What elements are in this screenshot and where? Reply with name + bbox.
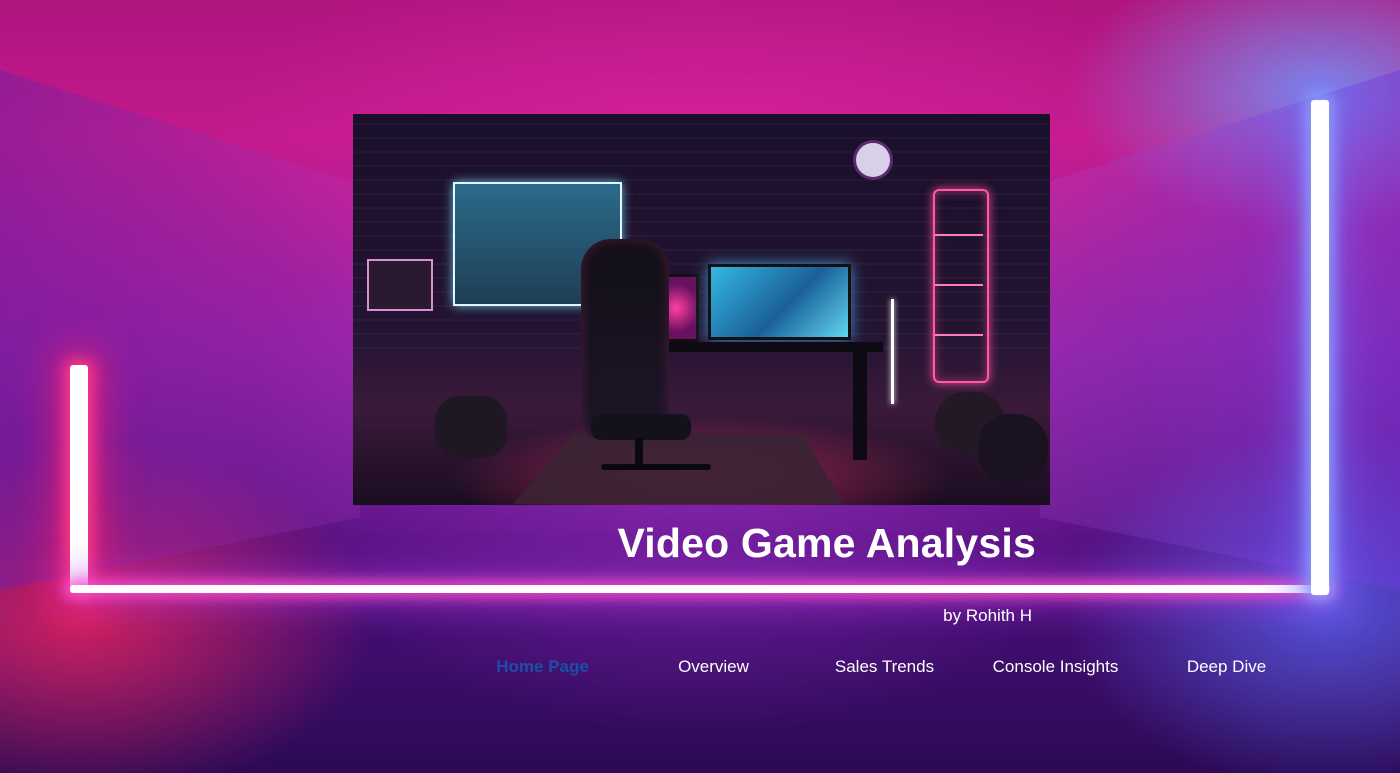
nav-overview[interactable]: Overview <box>628 657 799 677</box>
wall-frame <box>367 259 433 311</box>
gaming-room-image <box>353 114 1050 505</box>
neon-shelf <box>933 189 989 383</box>
author-byline: by Rohith H <box>943 606 1032 625</box>
page-navigation: Home Page Overview Sales Trends Console … <box>457 657 1312 685</box>
gaming-chair-back <box>581 239 669 439</box>
desk-leg <box>853 350 867 460</box>
report-title: Video Game Analysis <box>617 520 1036 566</box>
shelf-divider <box>935 234 983 236</box>
bean-bag <box>435 396 507 458</box>
nav-home-page[interactable]: Home Page <box>457 657 628 677</box>
neon-light-floor <box>70 585 1330 593</box>
shelf-divider <box>935 284 983 286</box>
neon-tube <box>891 299 894 404</box>
nav-deep-dive[interactable]: Deep Dive <box>1141 657 1312 677</box>
neon-light-left <box>70 365 88 593</box>
shelf-divider <box>935 334 983 336</box>
gaming-chair-seat <box>591 414 691 440</box>
neon-light-right <box>1311 100 1329 595</box>
clock-icon <box>853 140 893 180</box>
gaming-chair-base <box>601 464 711 470</box>
nav-console-insights[interactable]: Console Insights <box>970 657 1141 677</box>
desk <box>643 342 883 352</box>
monitor <box>708 264 851 340</box>
bean-bag <box>978 414 1048 484</box>
nav-sales-trends[interactable]: Sales Trends <box>799 657 970 677</box>
